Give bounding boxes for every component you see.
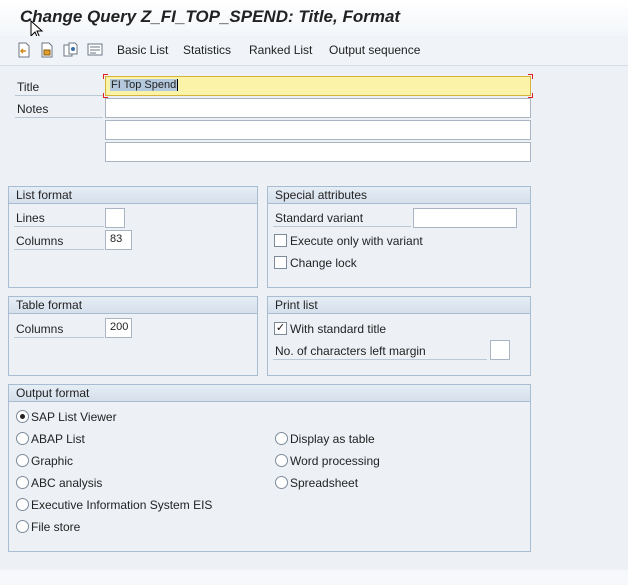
graphic-label: Graphic [31, 454, 74, 468]
ranked-list-button[interactable]: Ranked List [249, 43, 312, 57]
output-sequence-button[interactable]: Output sequence [329, 43, 420, 57]
notes-line-3-input[interactable] [105, 142, 531, 162]
abc-analysis-label: ABC analysis [31, 476, 103, 490]
left-margin-input[interactable] [490, 340, 510, 360]
list-format-heading: List format [9, 187, 257, 204]
abap-list-radio[interactable] [16, 432, 29, 445]
file-store-radio[interactable] [16, 520, 29, 533]
list-columns-label: Columns [16, 234, 64, 248]
standard-title-checkbox[interactable]: ✓ [274, 322, 287, 335]
title-label: Title [17, 80, 40, 94]
table-columns-label-underline [14, 337, 104, 338]
title-bar: Change Query Z_FI_TOP_SPEND: Title, Form… [0, 0, 628, 36]
lines-label: Lines [16, 211, 45, 225]
notes-label-underline [15, 117, 103, 118]
eis-label: Executive Information System EIS [31, 498, 213, 512]
output-format-heading: Output format [9, 385, 530, 402]
spreadsheet-radio[interactable] [275, 476, 288, 489]
execute-only-label: Execute only with variant [290, 234, 423, 248]
table-columns-label: Columns [16, 322, 64, 336]
word-processing-label: Word processing [290, 454, 380, 468]
display-as-table-radio[interactable] [275, 432, 288, 445]
basic-list-button[interactable]: Basic List [117, 43, 168, 57]
table-format-heading: Table format [9, 297, 257, 314]
sap-list-viewer-label: SAP List Viewer [31, 410, 117, 424]
statistics-button[interactable]: Statistics [183, 43, 231, 57]
list-columns-input[interactable]: 83 [105, 230, 132, 250]
text-caret [177, 79, 179, 92]
title-label-underline [15, 95, 103, 96]
back-page-icon[interactable] [16, 42, 32, 58]
print-list-heading: Print list [268, 297, 530, 314]
table-format-group: Table format [8, 296, 258, 376]
file-store-label: File store [31, 520, 81, 534]
standard-title-label: With standard title [290, 322, 387, 336]
change-lock-checkbox[interactable] [274, 256, 287, 269]
focus-corner [103, 74, 108, 79]
save-page-icon[interactable] [39, 42, 55, 58]
sap-list-viewer-radio[interactable] [16, 410, 29, 423]
standard-variant-label-underline [273, 226, 411, 227]
print-list-group: Print list [267, 296, 531, 376]
left-margin-label-underline [273, 359, 487, 360]
left-margin-label: No. of characters left margin [275, 344, 426, 358]
graphic-radio[interactable] [16, 454, 29, 467]
title-input-value: FI Top Spend [110, 79, 178, 91]
standard-variant-input[interactable] [413, 208, 517, 228]
special-attributes-heading: Special attributes [268, 187, 530, 204]
status-bar [0, 570, 628, 585]
print-preview-icon[interactable] [87, 42, 103, 58]
focus-corner [528, 74, 533, 79]
notes-label: Notes [17, 102, 49, 116]
lines-input[interactable] [105, 208, 125, 228]
standard-variant-label: Standard variant [275, 211, 364, 225]
title-input[interactable]: FI Top Spend [105, 76, 531, 96]
application-toolbar: Basic List Statistics Ranked List Output… [0, 36, 628, 66]
page-title: Change Query Z_FI_TOP_SPEND: Title, Form… [20, 7, 401, 26]
table-columns-input[interactable]: 200 [105, 318, 132, 338]
display-as-table-label: Display as table [290, 432, 375, 446]
spreadsheet-label: Spreadsheet [290, 476, 359, 490]
eis-radio[interactable] [16, 498, 29, 511]
copy-pages-icon[interactable] [63, 42, 79, 58]
list-columns-label-underline [14, 249, 104, 250]
notes-line-2-input[interactable] [105, 120, 531, 140]
change-lock-label: Change lock [290, 256, 357, 270]
abc-analysis-radio[interactable] [16, 476, 29, 489]
notes-line-1-input[interactable] [105, 98, 531, 118]
abap-list-label: ABAP List [31, 432, 85, 446]
lines-label-underline [14, 226, 104, 227]
execute-only-checkbox[interactable] [274, 234, 287, 247]
word-processing-radio[interactable] [275, 454, 288, 467]
checkmark-icon: ✓ [275, 322, 286, 334]
